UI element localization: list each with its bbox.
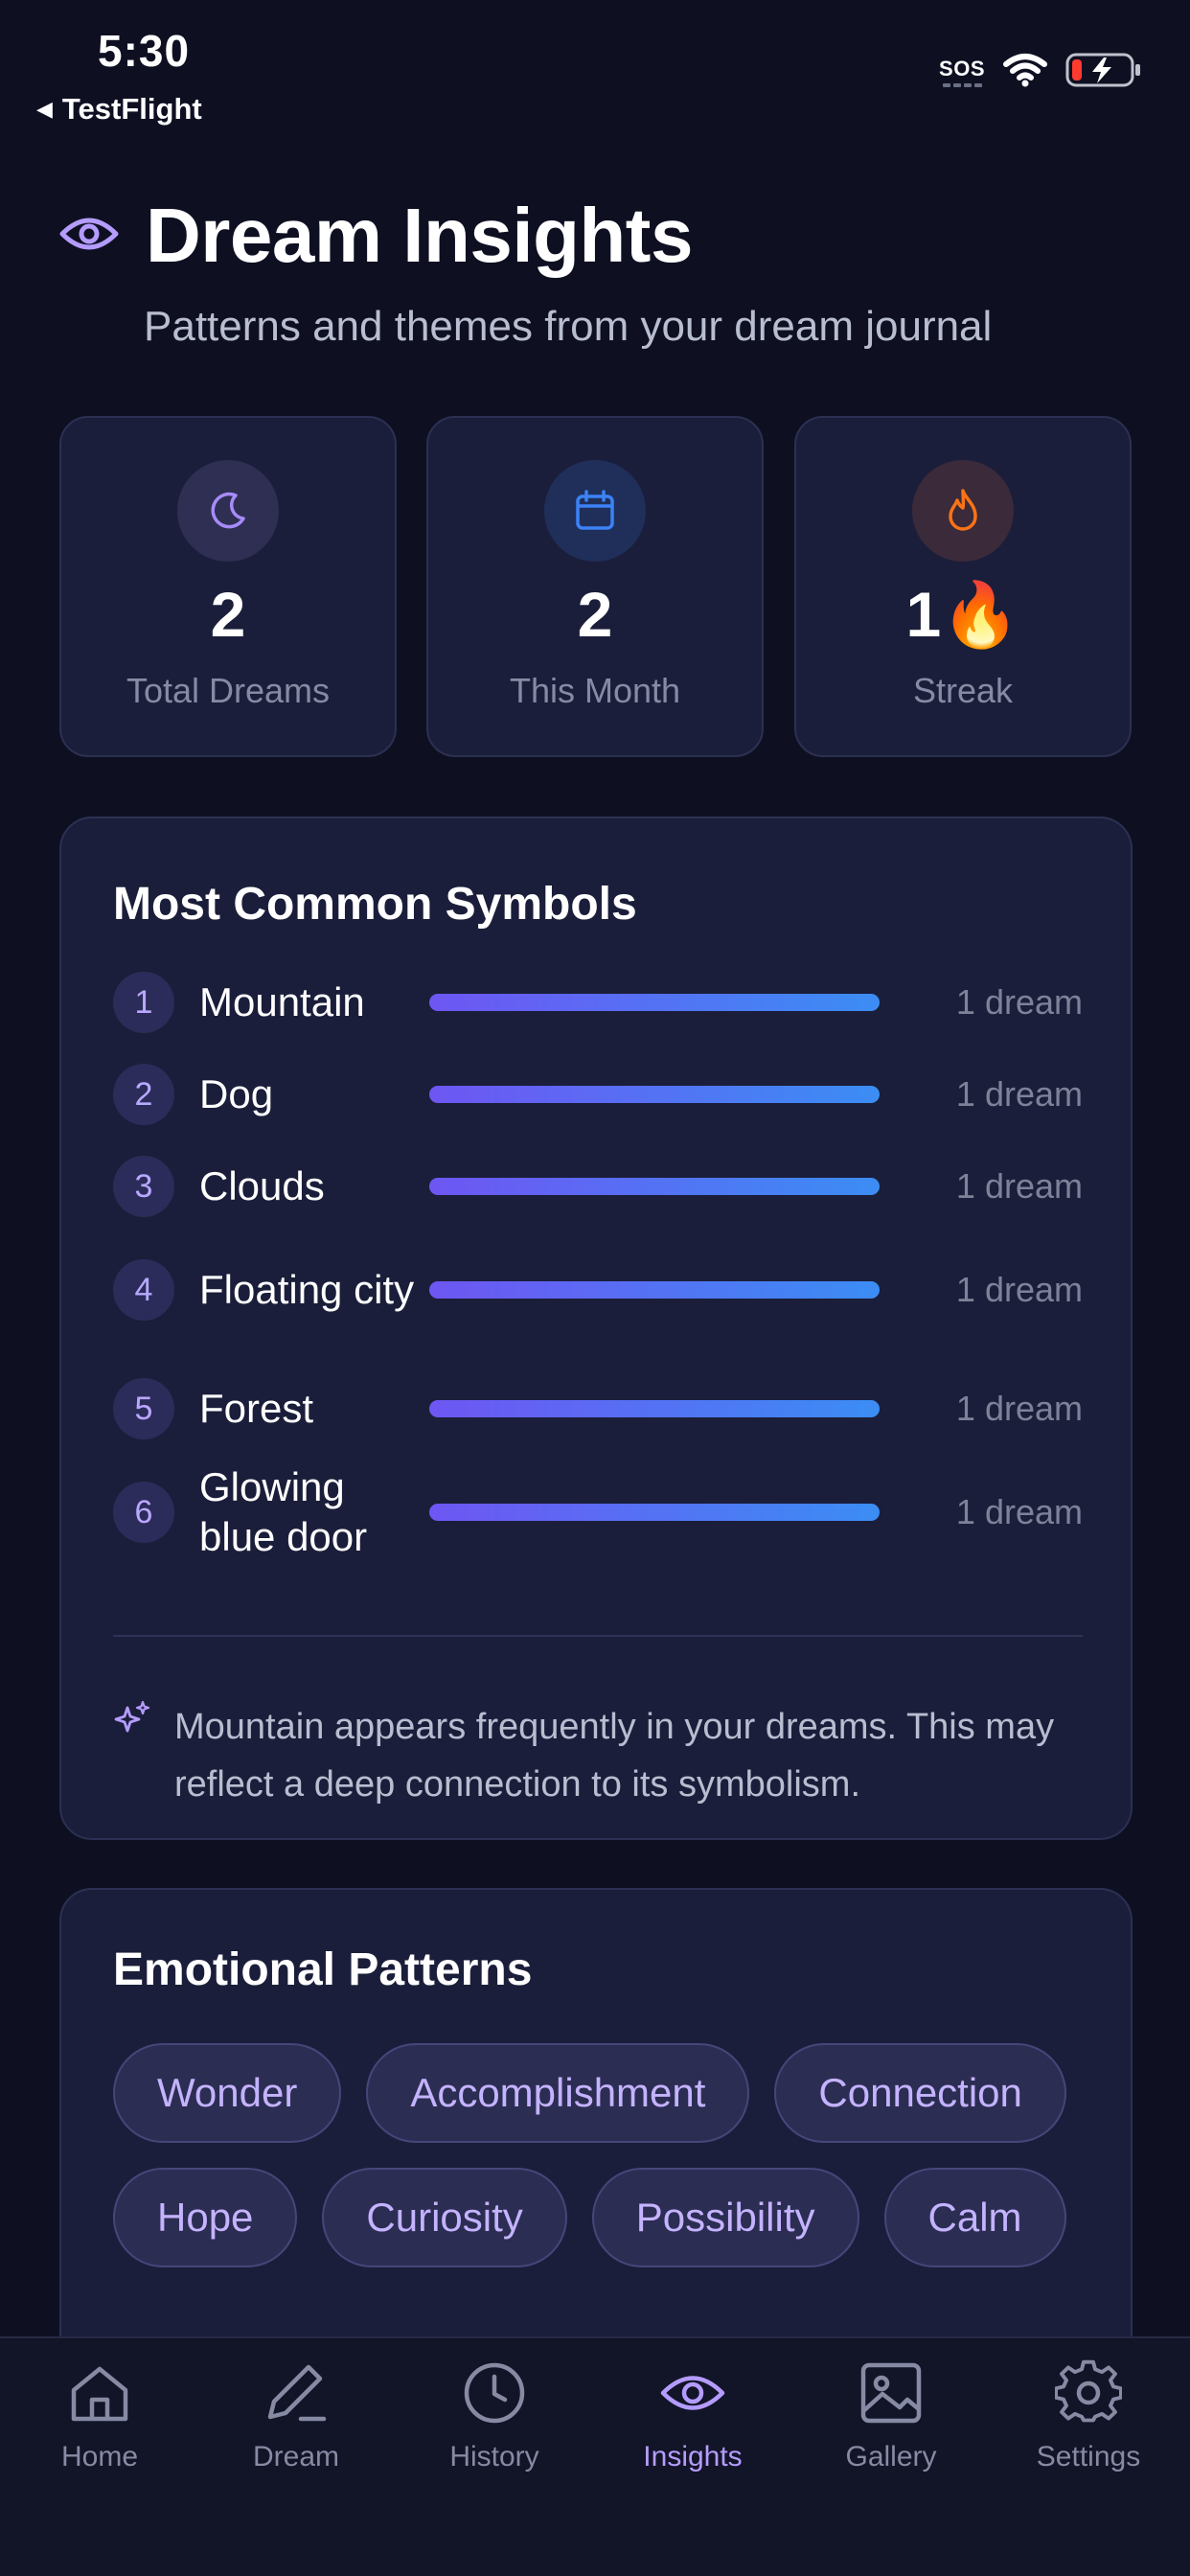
emotions-title: Emotional Patterns (113, 1944, 533, 1995)
emotion-chip[interactable]: Wonder (113, 2043, 342, 2143)
status-indicators: SOS (939, 52, 1142, 93)
symbol-row[interactable]: 5 Forest 1 dream (113, 1378, 1083, 1439)
tab-label: Dream (252, 2441, 339, 2472)
stat-label: Total Dreams (126, 671, 331, 710)
symbol-count: 1 dream (955, 1166, 1083, 1206)
emotion-chip[interactable]: Calm (883, 2168, 1066, 2267)
symbol-insight: Mountain appears frequently in your drea… (113, 1698, 1083, 1813)
emotion-chip[interactable]: Possibility (591, 2168, 859, 2267)
symbol-count: 1 dream (955, 1389, 1083, 1428)
stat-label: Streak (912, 671, 1014, 710)
symbol-name: Dog (199, 1071, 274, 1116)
tab-label: Home (60, 2441, 139, 2472)
emotion-chip[interactable]: Hope (113, 2168, 298, 2267)
stat-card-total-dreams: 2 Total Dreams (59, 416, 397, 757)
symbol-frequency-bar (429, 1400, 880, 1417)
stat-label: This Month (509, 671, 681, 710)
tab-label: Settings (1036, 2441, 1141, 2472)
symbol-rank: 5 (113, 1378, 174, 1439)
clock-icon (461, 2359, 528, 2431)
stat-card-streak: 1🔥 Streak (794, 416, 1132, 757)
symbols-panel: Most Common Symbols 1 Mountain 1 dream 2… (59, 816, 1133, 1840)
battery-icon (1065, 52, 1142, 93)
symbol-rank: 2 (113, 1064, 174, 1125)
sparkles-icon (113, 1700, 151, 1813)
page-subtitle: Patterns and themes from your dream jour… (144, 303, 993, 350)
insights-screen: 5:30 ◀ TestFlight SOS Dream Insights Pat… (0, 0, 1190, 2576)
stat-value: 2 (577, 579, 613, 650)
status-time: 5:30 (98, 26, 191, 76)
symbol-row[interactable]: 1 Mountain 1 dream (113, 972, 1083, 1033)
symbol-name: Clouds (199, 1163, 325, 1208)
wifi-icon (1002, 53, 1048, 92)
symbol-frequency-bar (429, 1086, 880, 1103)
divider (113, 1635, 1083, 1637)
symbol-name: Glowing blue door (199, 1464, 368, 1559)
tab-label: History (449, 2441, 539, 2472)
stat-value: 1🔥 (905, 579, 1020, 650)
image-icon (858, 2359, 925, 2431)
back-to-testflight-button[interactable]: ◀ TestFlight (36, 92, 202, 126)
gear-icon (1054, 2359, 1123, 2431)
sos-indicator: SOS (939, 58, 985, 87)
flame-icon (912, 460, 1014, 562)
tab-history[interactable]: History (399, 2359, 590, 2473)
tab-gallery[interactable]: Gallery (795, 2359, 987, 2473)
symbol-count: 1 dream (955, 1492, 1083, 1531)
symbol-row[interactable]: 2 Dog 1 dream (113, 1064, 1083, 1125)
tab-label: Insights (643, 2441, 743, 2472)
eye-icon (59, 215, 119, 258)
stat-value: 2 (210, 579, 246, 650)
symbol-rank: 4 (113, 1259, 174, 1321)
symbol-frequency-bar (429, 1504, 880, 1521)
symbol-row[interactable]: 4 Floating city 1 dream (113, 1238, 1083, 1342)
symbol-name: Forest (199, 1386, 314, 1431)
moon-icon (177, 460, 279, 562)
insight-text: Mountain appears frequently in your drea… (174, 1707, 1055, 1805)
symbols-title: Most Common Symbols (113, 879, 637, 930)
symbol-frequency-bar (429, 994, 880, 1011)
tab-bar: Home Dream History Insights Gallery Sett… (0, 2336, 1190, 2576)
emotion-chip[interactable]: Curiosity (322, 2168, 567, 2267)
symbol-count: 1 dream (955, 1270, 1083, 1309)
eye-icon (659, 2359, 726, 2431)
stat-card-this-month: 2 This Month (426, 416, 764, 757)
symbol-frequency-bar (429, 1178, 880, 1195)
symbol-rank: 3 (113, 1156, 174, 1217)
tab-dream[interactable]: Dream (200, 2359, 392, 2473)
symbol-rank: 6 (113, 1482, 174, 1543)
tab-insights[interactable]: Insights (597, 2359, 789, 2473)
emotion-chip[interactable]: Connection (774, 2043, 1066, 2143)
back-app-label: TestFlight (61, 92, 202, 126)
symbol-count: 1 dream (955, 982, 1083, 1022)
symbol-row[interactable]: 6 Glowing blue door 1 dream (113, 1460, 1083, 1564)
symbol-name: Mountain (199, 979, 365, 1024)
tab-label: Gallery (845, 2441, 937, 2472)
symbol-row[interactable]: 3 Clouds 1 dream (113, 1156, 1083, 1217)
calendar-icon (544, 460, 646, 562)
tab-home[interactable]: Home (4, 2359, 195, 2473)
sos-label: SOS (939, 56, 985, 80)
symbol-frequency-bar (429, 1281, 880, 1299)
emotion-chip[interactable]: Accomplishment (366, 2043, 750, 2143)
home-icon (66, 2359, 133, 2431)
header: Dream Insights (59, 192, 693, 280)
tab-settings[interactable]: Settings (993, 2359, 1184, 2473)
symbol-rank: 1 (113, 972, 174, 1033)
pen-icon (263, 2359, 330, 2431)
emotion-chips: Wonder Accomplishment Connection Hope Cu… (113, 2043, 1083, 2267)
page-title: Dream Insights (146, 193, 693, 278)
symbol-name: Floating city (199, 1267, 415, 1312)
symbol-count: 1 dream (955, 1074, 1083, 1114)
back-triangle-icon: ◀ (36, 97, 53, 121)
